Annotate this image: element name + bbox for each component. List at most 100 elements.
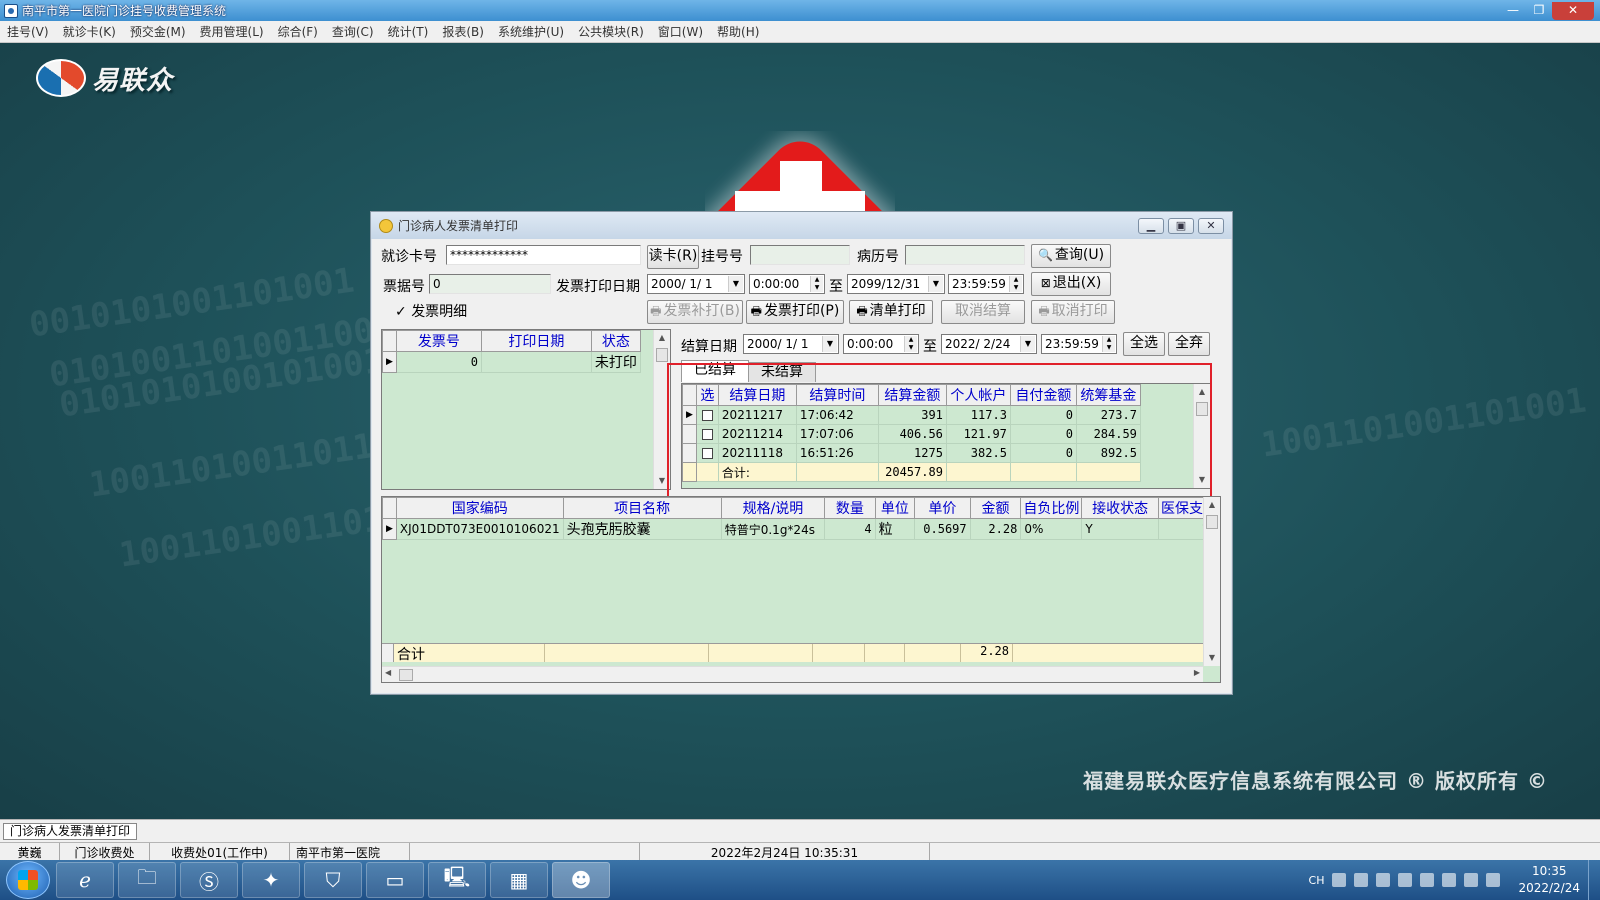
- compass-app-icon[interactable]: ✦: [242, 862, 300, 898]
- security-shield-icon[interactable]: ⛉: [304, 862, 362, 898]
- chevron-down-icon[interactable]: ▼: [728, 276, 743, 292]
- col-national-code[interactable]: 国家编码: [395, 497, 564, 519]
- start-button[interactable]: [6, 861, 50, 899]
- tray-app-icon[interactable]: [1420, 873, 1435, 887]
- spinner-icon[interactable]: ▲ ▼: [904, 336, 917, 352]
- table-row[interactable]: ▶ XJ01DDT073E0010106021 头孢克肟胶囊 特普宁0.1g*2…: [382, 518, 1220, 540]
- chevron-down-icon[interactable]: ▼: [1020, 336, 1035, 352]
- cell-self-pay[interactable]: 0: [1009, 405, 1077, 425]
- menu-item-guahao[interactable]: 挂号(V): [0, 23, 56, 40]
- window-tab-invoice-print[interactable]: 门诊病人发票清单打印: [3, 823, 138, 840]
- menu-item-system[interactable]: 系统维护(U): [491, 23, 571, 40]
- col-receive-status[interactable]: 接收状态: [1081, 497, 1159, 519]
- cell-personal-account[interactable]: 121.97: [945, 424, 1011, 444]
- taskbar-clock[interactable]: 10:35 2022/2/24: [1510, 863, 1588, 897]
- col-self-ratio[interactable]: 自负比例: [1020, 497, 1083, 519]
- col-amount[interactable]: 金额: [969, 497, 1022, 519]
- dialog-maximize-icon[interactable]: ▣: [1168, 217, 1194, 234]
- col-select[interactable]: 选: [695, 384, 719, 406]
- spinner-icon[interactable]: ▲ ▼: [1009, 276, 1022, 292]
- maximize-icon[interactable]: ❐: [1526, 2, 1552, 20]
- cell-settle-date[interactable]: 20211118: [717, 443, 797, 463]
- col-settle-time[interactable]: 结算时间: [795, 384, 879, 406]
- chevron-down-icon[interactable]: ▼: [928, 276, 943, 292]
- table-row[interactable]: ▶ 20211217 17:06:42 391 117.3 0 273.7: [682, 405, 1141, 425]
- row-checkbox[interactable]: [701, 448, 713, 459]
- help-icon[interactable]: [1354, 873, 1369, 887]
- tray-app-icon[interactable]: [1376, 873, 1391, 887]
- menu-item-card[interactable]: 就诊卡(K): [56, 23, 123, 40]
- menu-item-deposit[interactable]: 预交金(M): [123, 23, 193, 40]
- hospital-system-app-icon[interactable]: ☻: [552, 862, 610, 898]
- col-self-pay[interactable]: 自付金额: [1009, 384, 1077, 406]
- cancel-print-button[interactable]: 🖶 取消打印: [1031, 300, 1115, 324]
- invoice-grid[interactable]: 发票号 打印日期 状态 ▶ 0 未打印 ▲ ▼: [381, 329, 671, 490]
- row-checkbox[interactable]: [701, 429, 713, 440]
- cell-receive-status[interactable]: Y: [1081, 518, 1159, 540]
- print-time-from[interactable]: 0:00:00 ▲ ▼: [749, 274, 825, 294]
- row-checkbox[interactable]: [701, 410, 713, 421]
- cell-fund[interactable]: 284.59: [1075, 424, 1141, 444]
- invoice-detail-checkbox[interactable]: ✓ 发票明细: [395, 301, 467, 321]
- network-icon[interactable]: [1464, 873, 1479, 887]
- cell-settle-amount[interactable]: 1275: [877, 443, 947, 463]
- cell-settle-date[interactable]: 20211214: [717, 424, 797, 444]
- col-invoice-no[interactable]: 发票号: [395, 330, 482, 352]
- settle-date-from[interactable]: 2000/ 1/ 1 ▼: [743, 334, 839, 354]
- settle-grid[interactable]: 选 结算日期 结算时间 结算金额 个人帐户 自付金额 统筹基金 ▶ 202112…: [681, 383, 1211, 489]
- sogou-input-icon[interactable]: Ⓢ: [180, 862, 238, 898]
- tab-settled[interactable]: 已结算: [681, 360, 749, 382]
- cell-fund[interactable]: 892.5: [1075, 443, 1141, 463]
- close-icon[interactable]: ✕: [1552, 1, 1594, 20]
- record-no-field[interactable]: [905, 245, 1025, 265]
- menu-item-help[interactable]: 帮助(H): [710, 23, 766, 40]
- col-personal-account[interactable]: 个人帐户: [945, 384, 1011, 406]
- settle-date-to[interactable]: 2022/ 2/24 ▼: [941, 334, 1037, 354]
- ie-browser-icon[interactable]: ℯ: [56, 862, 114, 898]
- deselect-all-button[interactable]: 全弃: [1168, 332, 1210, 356]
- settle-time-to[interactable]: 23:59:59 ▲ ▼: [1041, 334, 1117, 354]
- item-detail-grid[interactable]: 国家编码 项目名称 规格/说明 数量 单位 单价 金额 自负比例 接收状态 医保…: [381, 496, 1221, 683]
- cancel-settle-button[interactable]: 取消结算: [941, 300, 1025, 324]
- menu-item-stats[interactable]: 统计(T): [381, 23, 436, 40]
- spinner-icon[interactable]: ▲ ▼: [810, 276, 823, 292]
- read-card-button[interactable]: 读卡(R): [647, 245, 699, 269]
- cell-personal-account[interactable]: 382.5: [945, 443, 1011, 463]
- table-row[interactable]: 20211214 17:07:06 406.56 121.97 0 284.59: [682, 424, 1141, 444]
- notepad-app-icon[interactable]: ▭: [366, 862, 424, 898]
- cell-unit-price[interactable]: 0.5697: [914, 518, 971, 540]
- cell-quantity[interactable]: 4: [824, 518, 876, 540]
- cell-national-code[interactable]: XJ01DDT073E0010106021: [395, 518, 564, 540]
- cell-settle-time[interactable]: 17:06:42: [795, 405, 879, 425]
- dialog-minimize-icon[interactable]: ▁: [1138, 217, 1164, 234]
- menu-item-public[interactable]: 公共模块(R): [571, 23, 651, 40]
- table-row[interactable]: 20211118 16:51:26 1275 382.5 0 892.5: [682, 443, 1141, 463]
- volume-icon[interactable]: [1486, 873, 1501, 887]
- tab-unsettled[interactable]: 未结算: [748, 362, 816, 382]
- spinner-icon[interactable]: ▲ ▼: [1102, 336, 1115, 352]
- col-spec[interactable]: 规格/说明: [720, 497, 826, 519]
- keyboard-icon[interactable]: [1332, 873, 1347, 887]
- cell-status[interactable]: 未打印: [590, 351, 641, 373]
- file-explorer-icon[interactable]: 🗀: [118, 862, 176, 898]
- exit-button[interactable]: ⊠ 退出(X): [1031, 272, 1111, 296]
- cell-self-pay[interactable]: 0: [1009, 443, 1077, 463]
- ticket-no-field[interactable]: 0: [429, 274, 551, 294]
- menu-item-fee[interactable]: 费用管理(L): [193, 23, 271, 40]
- cell-personal-account[interactable]: 117.3: [945, 405, 1011, 425]
- dialog-close-icon[interactable]: ✕: [1198, 217, 1224, 234]
- reprint-invoice-button[interactable]: 🖶 发票补打(B): [647, 300, 743, 324]
- cell-settle-time[interactable]: 16:51:26: [795, 443, 879, 463]
- card-no-field[interactable]: *************: [446, 245, 641, 265]
- chevron-down-icon[interactable]: ▼: [822, 336, 837, 352]
- spreadsheet-app-icon[interactable]: ▦: [490, 862, 548, 898]
- settle-time-from[interactable]: 0:00:00 ▲ ▼: [843, 334, 919, 354]
- col-unit-price[interactable]: 单价: [914, 497, 971, 519]
- cell-spec[interactable]: 特普宁0.1g*24s: [720, 518, 826, 540]
- col-settle-amount[interactable]: 结算金额: [877, 384, 947, 406]
- print-invoice-button[interactable]: 🖶 发票打印(P): [746, 300, 844, 324]
- col-status[interactable]: 状态: [590, 330, 641, 352]
- col-fund[interactable]: 统筹基金: [1075, 384, 1141, 406]
- query-button[interactable]: 🔍 查询(U): [1031, 244, 1111, 268]
- menu-item-query[interactable]: 查询(C): [325, 23, 381, 40]
